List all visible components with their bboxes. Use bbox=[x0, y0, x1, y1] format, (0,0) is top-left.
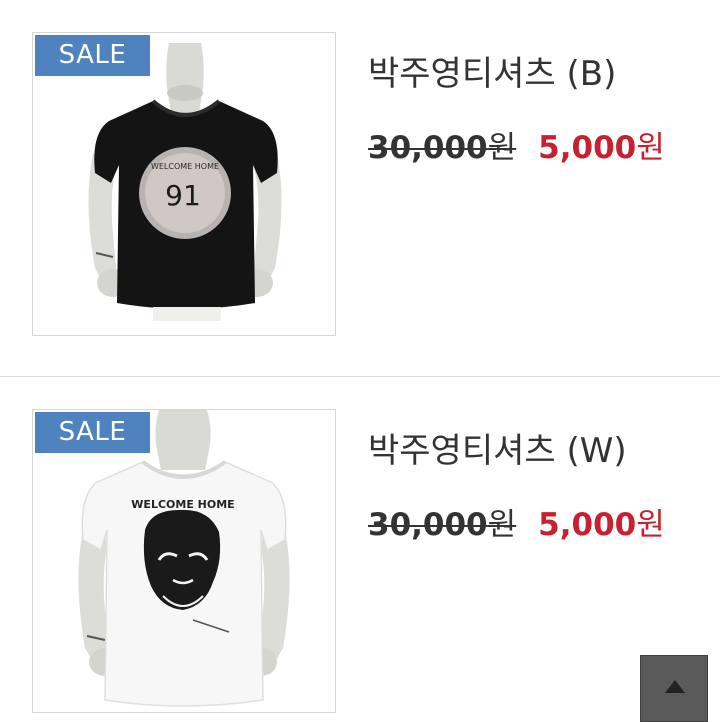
original-price: 30,000원 bbox=[368, 130, 517, 166]
scroll-to-top-button[interactable] bbox=[640, 655, 708, 722]
price-row: 30,000원 5,000원 bbox=[368, 499, 665, 544]
black-tshirt-image: WELCOME HOME 91 bbox=[88, 43, 282, 321]
shirt-print-text: WELCOME HOME bbox=[131, 498, 234, 511]
product-thumbnail[interactable]: WELCOME HOME 91 SALE bbox=[32, 32, 336, 336]
svg-text:WELCOME HOME: WELCOME HOME bbox=[151, 162, 219, 171]
sale-badge: SALE bbox=[35, 412, 150, 453]
divider bbox=[0, 376, 720, 377]
price-row: 30,000원 5,000원 bbox=[368, 122, 665, 167]
sale-price: 5,000원 bbox=[538, 507, 665, 543]
original-price: 30,000원 bbox=[368, 507, 517, 543]
triangle-up-icon bbox=[665, 680, 685, 693]
product-name[interactable]: 박주영티셔츠 (B) bbox=[368, 46, 616, 95]
svg-text:91: 91 bbox=[165, 179, 201, 212]
white-tshirt-image: WELCOME HOME bbox=[78, 410, 290, 707]
sale-badge: SALE bbox=[35, 35, 150, 76]
product-name[interactable]: 박주영티셔츠 (W) bbox=[368, 423, 627, 472]
sale-price: 5,000원 bbox=[538, 130, 665, 166]
product-thumbnail[interactable]: WELCOME HOME SALE bbox=[32, 409, 336, 713]
product-list: WELCOME HOME 91 SALE 박주영티셔츠 (B) 30,000원 5… bbox=[0, 0, 720, 722]
